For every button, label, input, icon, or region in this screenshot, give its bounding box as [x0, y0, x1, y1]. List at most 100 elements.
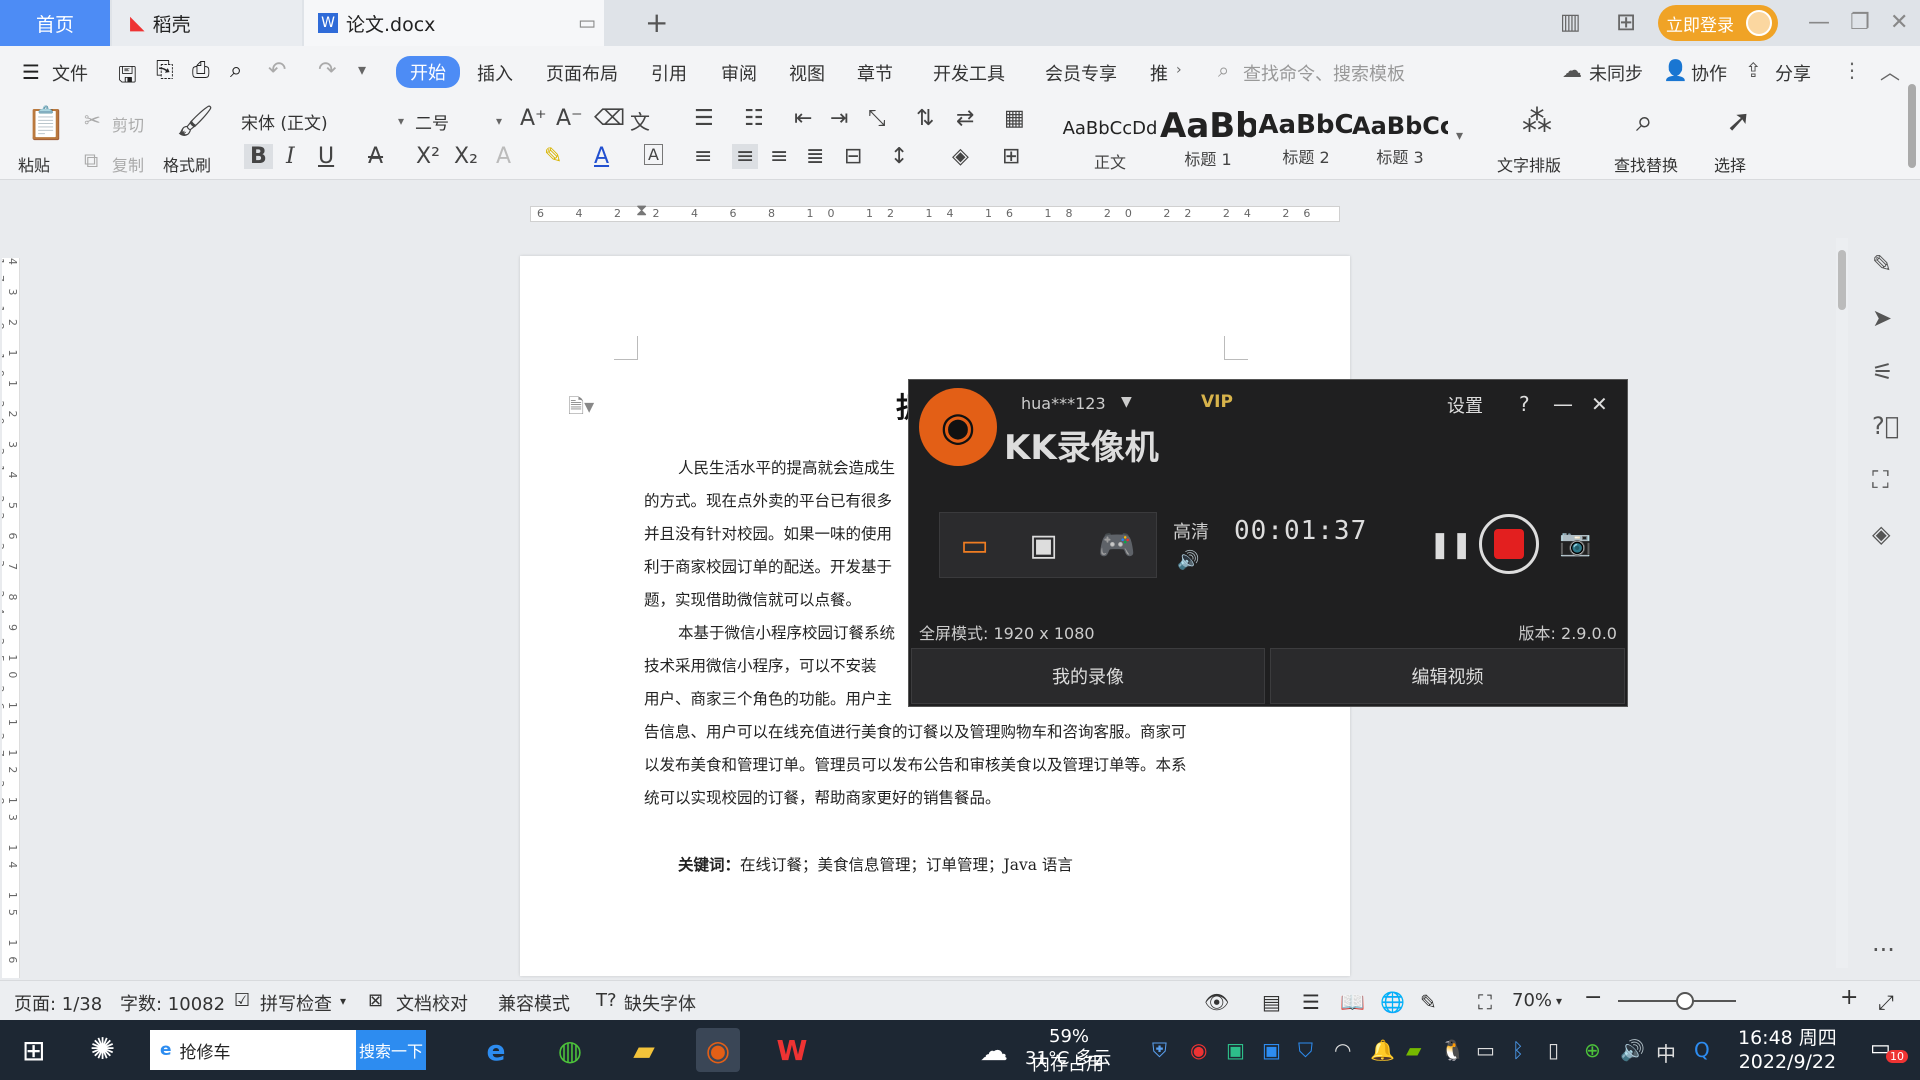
format-painter-icon[interactable]: 🖌 — [176, 104, 214, 139]
kk-close-icon[interactable]: ✕ — [1591, 392, 1608, 416]
file-explorer-icon[interactable]: ▰ — [622, 1028, 666, 1072]
underline-icon[interactable]: U — [318, 144, 334, 169]
menu-member[interactable]: 会员专享 — [1045, 60, 1117, 86]
login-button[interactable]: 立即登录 — [1658, 5, 1778, 41]
zoom-level[interactable]: 70% — [1512, 990, 1552, 1011]
shading-icon[interactable]: ◈ — [952, 144, 969, 169]
print-preview-icon[interactable]: ⌕ — [230, 58, 242, 83]
style-heading-2[interactable]: AaBbC 标题 2 — [1258, 106, 1354, 176]
wps-taskbar-icon[interactable]: W — [770, 1028, 814, 1072]
grid-apps-icon[interactable]: ⊞ — [1616, 8, 1636, 36]
undo-icon[interactable]: ↶ — [268, 58, 286, 83]
zoom-slider-knob[interactable] — [1676, 992, 1694, 1010]
menu-review[interactable]: 审阅 — [721, 60, 757, 86]
tray-app-icon-4[interactable]: ▣ — [1262, 1038, 1281, 1062]
subscript-icon[interactable]: X₂ — [454, 144, 478, 169]
menu-insert[interactable]: 插入 — [477, 60, 513, 86]
justify-icon[interactable]: ≣ — [806, 144, 824, 169]
page-view-icon[interactable]: ▤ — [1262, 990, 1281, 1014]
line-spacing-icon[interactable]: ↕ — [890, 144, 908, 169]
ime-indicator[interactable]: 中 — [1656, 1038, 1676, 1067]
menu-page-layout[interactable]: 页面布局 — [546, 60, 618, 86]
tray-app-icon-2[interactable]: ◉ — [1190, 1038, 1207, 1062]
collapse-ribbon-icon[interactable]: ︿ — [1880, 56, 1900, 85]
font-color-icon[interactable]: A — [594, 144, 609, 169]
new-tab-icon[interactable]: + — [645, 6, 668, 39]
kk-stop-record-button[interactable] — [1479, 514, 1539, 574]
zoom-out-icon[interactable]: − — [1584, 985, 1602, 1010]
taskbar-search-button[interactable]: 搜索一下 — [356, 1030, 426, 1070]
menu-view[interactable]: 视图 — [789, 60, 825, 86]
paste-icon[interactable]: 📋 — [26, 104, 66, 142]
kk-username[interactable]: hua***123 — [1021, 394, 1106, 413]
taskbar-search-input[interactable]: e 抢修车 — [150, 1030, 356, 1070]
pen-icon[interactable]: ✎ — [1872, 250, 1892, 278]
menu-chapter[interactable]: 章节 — [857, 60, 893, 86]
char-border-icon[interactable]: A — [644, 144, 663, 165]
italic-icon[interactable]: I — [286, 144, 295, 169]
outline-view-icon[interactable]: ☰ — [1302, 990, 1320, 1014]
vertical-scrollbar[interactable] — [1836, 238, 1848, 968]
missing-font-button[interactable]: 缺失字体 — [624, 990, 696, 1016]
text-layout-button[interactable]: 文字排版 — [1497, 152, 1561, 176]
kk-volume-icon[interactable]: 🔊 — [1177, 550, 1199, 571]
strikethrough-icon[interactable]: A — [368, 144, 383, 169]
windows-start-icon[interactable]: ⊞ — [22, 1034, 45, 1067]
menu-more-chevron-icon[interactable]: › — [1176, 62, 1182, 78]
spellcheck-chevron-icon[interactable]: ▾ — [340, 994, 346, 1008]
zoom-chevron-icon[interactable]: ▾ — [1556, 994, 1562, 1008]
bold-icon[interactable]: B — [244, 144, 273, 169]
tray-volume-icon[interactable]: 🔊 — [1620, 1038, 1645, 1062]
kk-my-recordings-button[interactable]: 我的录像 — [911, 648, 1265, 704]
menu-dev-tools[interactable]: 开发工具 — [933, 60, 1005, 86]
shrink-font-icon[interactable]: A⁻ — [556, 106, 583, 131]
share-button[interactable]: 分享 — [1775, 60, 1811, 86]
style-heading-1[interactable]: AaBb 标题 1 — [1160, 106, 1256, 176]
fullscreen-icon[interactable]: ⤢ — [1878, 990, 1894, 1014]
font-size-chevron-icon[interactable]: ▾ — [496, 114, 502, 128]
taskbar-clock[interactable]: 16:48 周四 2022/9/22 — [1738, 1026, 1837, 1074]
adjust-icon[interactable]: ⚟ — [1872, 358, 1894, 386]
font-size-select[interactable]: 二号 — [414, 108, 504, 134]
copy-button[interactable]: 复制 — [112, 152, 144, 176]
menu-start[interactable]: 开始 — [396, 56, 460, 88]
eye-protect-icon[interactable]: 👁 — [1204, 990, 1229, 1014]
scrollbar-thumb[interactable] — [1838, 250, 1846, 310]
pointer-icon[interactable]: ➤ — [1872, 304, 1892, 332]
text-direction-icon[interactable]: ⇄ — [956, 106, 974, 131]
highlight-icon[interactable]: ✎ — [544, 144, 562, 169]
export-icon[interactable]: ⎘ — [156, 58, 174, 83]
align-right-icon[interactable]: ≡ — [770, 144, 788, 169]
kk-vip-badge[interactable]: VIP — [1201, 392, 1233, 412]
chinese-layout-icon[interactable]: ⤡ — [868, 106, 886, 131]
tray-nvidia-icon[interactable]: ▰ — [1406, 1038, 1421, 1062]
kk-user-dropdown-icon[interactable]: ▼ — [1121, 394, 1132, 410]
decrease-indent-icon[interactable]: ⇤ — [794, 106, 812, 131]
kk-settings-button[interactable]: 设置 — [1447, 392, 1483, 418]
ai-icon[interactable]: ◈ — [1872, 520, 1890, 548]
paste-button[interactable]: 粘贴 — [18, 152, 50, 176]
sort-icon[interactable]: ⇅ — [916, 106, 934, 131]
select-cursor-icon[interactable]: ➚ — [1726, 104, 1751, 139]
print-icon[interactable]: ⎙ — [192, 58, 210, 83]
tab-ruler-icon[interactable]: ▦ — [1004, 106, 1025, 131]
horizontal-ruler[interactable]: 6 4 2 2 4 6 8 10 12 14 16 18 20 22 24 26… — [0, 200, 1860, 224]
tray-bluetooth-icon[interactable]: ᛒ — [1512, 1038, 1524, 1062]
menu-recommend[interactable]: 推 — [1150, 60, 1168, 86]
indent-marker-icon[interactable]: ⧗ — [636, 200, 647, 220]
customize-chevron-icon[interactable]: ▾ — [358, 60, 366, 79]
save-icon[interactable]: 🖫 — [118, 58, 137, 96]
text-effect-icon[interactable]: A — [496, 144, 511, 169]
kk-minimize-icon[interactable]: — — [1553, 392, 1573, 416]
doc-assistant-icon[interactable]: 🗎▾ — [568, 392, 594, 426]
tab-home[interactable]: 首页 — [0, 0, 110, 46]
kk-recorder-window[interactable]: ◉ hua***123 ▼ VIP KK录像机 设置 ? — ✕ ▭ ▣ 🎮 高… — [908, 379, 1628, 707]
tray-wifi-icon[interactable]: ◠ — [1334, 1038, 1351, 1062]
cut-button[interactable]: 剪切 — [112, 112, 144, 136]
numbered-list-icon[interactable]: ☷ — [744, 106, 764, 131]
tray-shield-icon[interactable]: ⛉ — [1298, 1038, 1313, 1062]
copy-icon[interactable]: ⧉ — [84, 148, 98, 172]
format-painter-button[interactable]: 格式刷 — [163, 152, 211, 176]
pinwheel-app-icon[interactable]: ✺ — [90, 1032, 115, 1067]
distribute-icon[interactable]: ⊟ — [844, 144, 862, 169]
